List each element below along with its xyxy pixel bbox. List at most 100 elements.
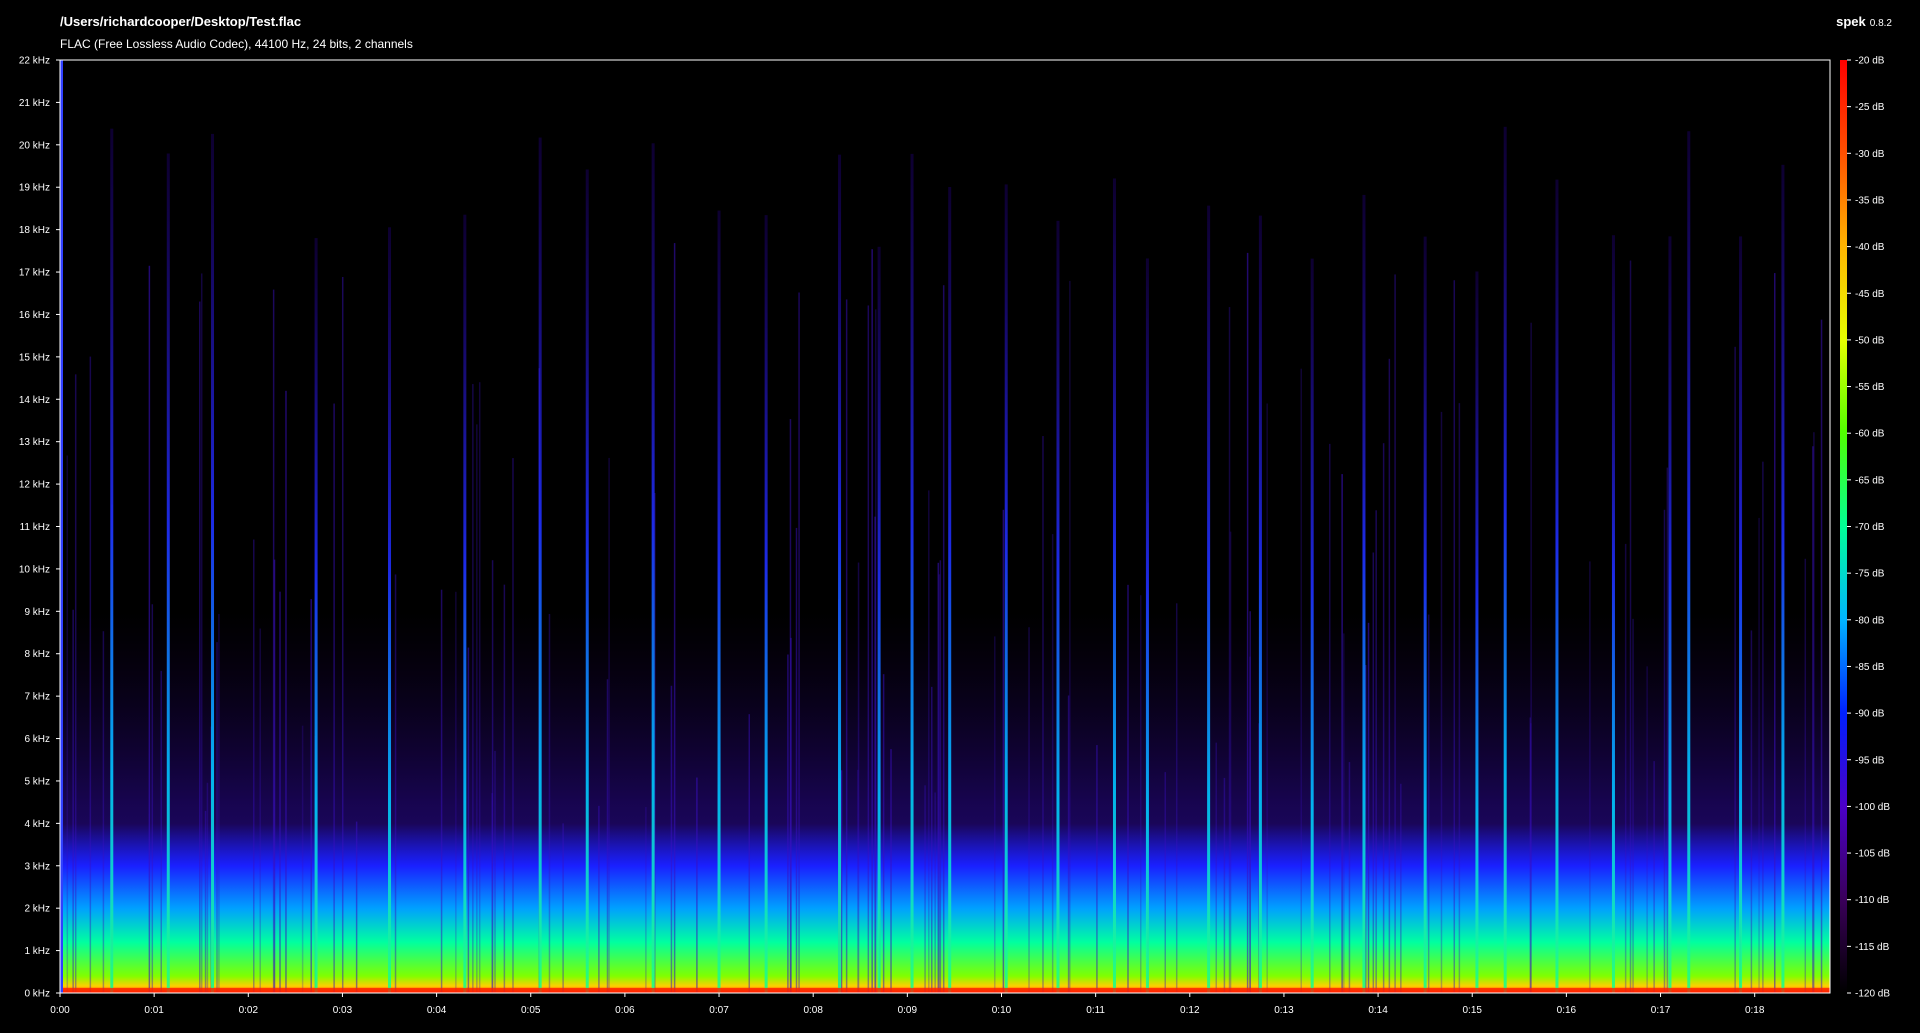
spectral-streak <box>1440 411 1443 994</box>
spectral-streak <box>1629 260 1632 993</box>
spectral-streak <box>310 599 312 993</box>
y-tick-label: 17 kHz <box>19 268 50 279</box>
spectral-streak <box>608 457 610 993</box>
y-tick-label: 5 kHz <box>24 776 50 787</box>
spectrogram-chart: 0 kHz 1 kHz 2 kHz 3 kHz 4 kHz 5 kHz 6 kHz 7 kHz… <box>19 56 1890 1017</box>
x-tick-label: 0:09 <box>898 1005 918 1016</box>
transient-streak <box>1258 215 1262 994</box>
spectral-streak <box>1382 443 1385 993</box>
spectral-streak <box>148 265 151 994</box>
spectral-streak <box>1453 280 1456 993</box>
colorbar-tick-label: -50 dB <box>1855 335 1885 346</box>
spectral-streak <box>1632 618 1634 993</box>
spectral-streak <box>874 309 877 993</box>
spectral-streak <box>66 455 69 993</box>
transient-streak <box>838 154 842 993</box>
colorbar-tick-label: -80 dB <box>1855 615 1885 626</box>
spectral-streak <box>857 562 860 993</box>
colorbar-tick-label: -75 dB <box>1855 569 1885 580</box>
colorbar-tick-label: -25 dB <box>1855 102 1885 113</box>
spectral-streak <box>1813 432 1815 994</box>
x-tick-label: 0:12 <box>1180 1005 1200 1016</box>
spectral-streak <box>994 636 996 993</box>
colorbar-tick-label: -120 dB <box>1855 989 1890 1000</box>
spectral-streak <box>845 299 848 993</box>
y-tick-label: 4 kHz <box>24 819 50 830</box>
x-tick-label: 0:16 <box>1557 1005 1577 1016</box>
colorbar-tick-label: -115 dB <box>1855 942 1890 953</box>
spectral-streak <box>606 679 609 993</box>
spectral-streak <box>1127 584 1129 993</box>
spectral-streak <box>1762 461 1764 993</box>
spectral-streak <box>1646 666 1648 993</box>
spectral-streak <box>494 750 496 993</box>
transient-streak <box>314 238 318 993</box>
x-tick-label: 0:05 <box>521 1005 541 1016</box>
spectral-streak <box>455 591 457 993</box>
transient-streak <box>1056 220 1060 993</box>
colorbar-tick-label: -40 dB <box>1855 242 1885 253</box>
spectral-streak <box>1773 273 1776 993</box>
spectral-streak <box>1375 510 1377 993</box>
spectral-streak <box>931 686 933 993</box>
spectral-streak <box>1663 509 1666 993</box>
spectral-streak <box>1249 611 1251 993</box>
spectral-streak <box>333 403 335 994</box>
transient-streak <box>1475 271 1479 994</box>
spectral-streak <box>199 301 201 993</box>
spectral-streak <box>748 714 751 993</box>
y-tick-label: 9 kHz <box>24 607 50 618</box>
spectral-streak <box>1820 319 1823 993</box>
spectral-streak <box>1758 517 1760 993</box>
y-tick-label: 22 kHz <box>19 56 50 67</box>
transient-streak <box>1112 178 1116 993</box>
x-tick-label: 0:07 <box>709 1005 729 1016</box>
x-tick-label: 0:02 <box>239 1005 259 1016</box>
spectral-streak <box>1069 280 1071 993</box>
y-tick-label: 3 kHz <box>24 861 50 872</box>
spectral-streak <box>355 821 358 993</box>
spectral-streak <box>1804 558 1807 993</box>
spectral-streak <box>1529 717 1532 993</box>
y-tick-label: 14 kHz <box>19 395 50 406</box>
spectral-streak <box>1458 403 1461 993</box>
x-tick-label: 0:11 <box>1086 1005 1105 1016</box>
x-tick-label: 0:18 <box>1745 1005 1765 1016</box>
frequency-axis: 0 kHz 1 kHz 2 kHz 3 kHz 4 kHz 5 kHz 6 kHz 7 kHz… <box>19 56 60 1000</box>
spectral-streak <box>1028 627 1030 993</box>
spectral-streak <box>206 782 209 993</box>
spectral-streak <box>216 642 218 993</box>
spectral-streak <box>1051 534 1054 993</box>
transient-streak <box>1503 126 1507 994</box>
spectral-streak <box>1300 368 1302 994</box>
colorbar-tick-label: -105 dB <box>1855 849 1890 860</box>
spectral-streak <box>478 382 481 994</box>
spectral-streak <box>670 685 673 993</box>
y-tick-label: 15 kHz <box>19 352 50 363</box>
colorbar-tick-label: -20 dB <box>1855 56 1885 67</box>
spectral-streak <box>1042 436 1044 993</box>
spectral-streak <box>562 823 564 993</box>
spectral-streak <box>1624 543 1627 993</box>
spectral-streak <box>795 527 798 993</box>
colorbar-tick-label: -85 dB <box>1855 662 1885 673</box>
transient-streak <box>764 215 768 993</box>
colorbar-tick-label: -55 dB <box>1855 382 1885 393</box>
spectral-streak <box>74 374 77 993</box>
spectral-streak <box>1266 403 1268 994</box>
colorbar-tick-label: -35 dB <box>1855 195 1885 206</box>
y-tick-label: 10 kHz <box>19 564 50 575</box>
transient-streak <box>717 210 721 993</box>
spectral-streak <box>301 725 304 993</box>
spectral-streak <box>598 805 600 993</box>
spectral-streak <box>160 670 162 993</box>
y-tick-label: 7 kHz <box>24 692 50 703</box>
spectral-streak <box>1348 762 1351 993</box>
spectral-streak <box>939 560 942 993</box>
y-tick-label: 8 kHz <box>24 649 50 660</box>
transient-streak <box>1668 236 1672 994</box>
y-tick-label: 19 kHz <box>19 183 50 194</box>
colorbar-tick-label: -60 dB <box>1855 429 1885 440</box>
transient-streak <box>1555 179 1559 994</box>
spectral-streak <box>1394 274 1396 994</box>
